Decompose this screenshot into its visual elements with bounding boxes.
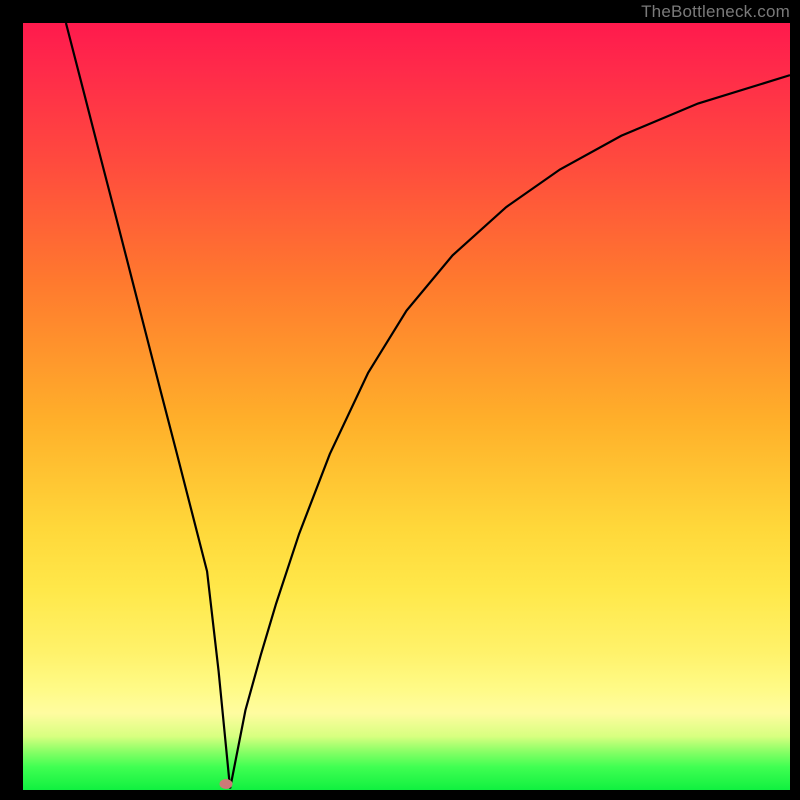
- optimal-point-marker: [220, 779, 233, 789]
- attribution-label: TheBottleneck.com: [641, 2, 790, 22]
- plot-area: [23, 23, 790, 790]
- bottleneck-curve: [23, 23, 790, 790]
- chart-frame: TheBottleneck.com: [0, 0, 800, 800]
